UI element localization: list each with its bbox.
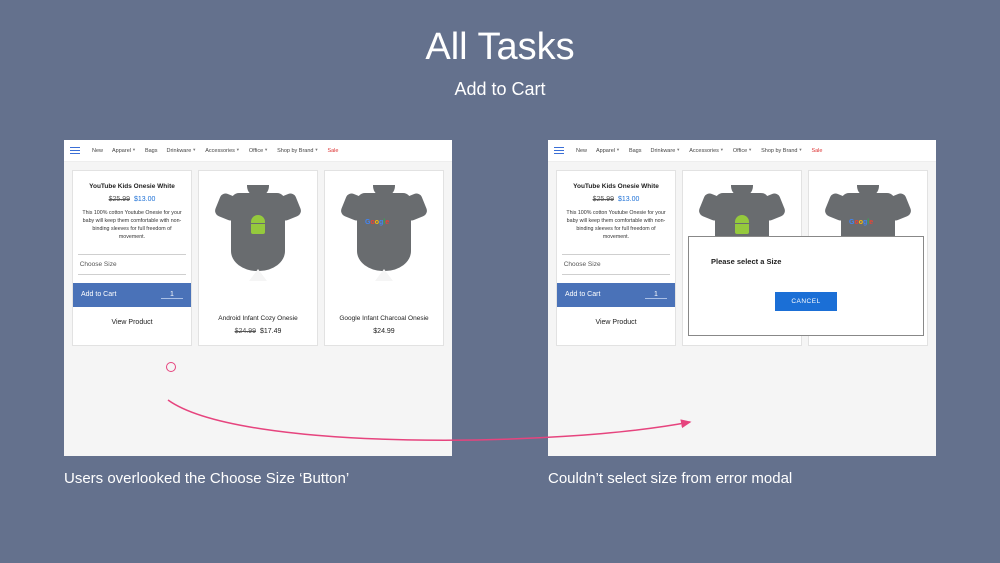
left-screenshot: New Apparel▼ Bags Drinkware▼ Accessories… [64, 140, 452, 456]
product-price: $24.99 [373, 328, 394, 335]
left-panel: New Apparel▼ Bags Drinkware▼ Accessories… [64, 140, 452, 487]
product-title: YouTube Kids Onesie White [569, 179, 663, 196]
qty-input[interactable]: 1 [645, 291, 667, 299]
nav-apparel[interactable]: Apparel▼ [596, 148, 620, 154]
add-to-cart-label: Add to Cart [81, 291, 116, 298]
product-name: Google Infant Charcoal Onesie [335, 315, 432, 322]
error-modal: Please select a Size CANCEL [688, 236, 924, 336]
view-product-button[interactable]: View Product [595, 307, 636, 338]
nav-accessories[interactable]: Accessories▼ [689, 148, 724, 154]
right-screenshot: New Apparel▼ Bags Drinkware▼ Accessories… [548, 140, 936, 456]
top-nav: New Apparel▼ Bags Drinkware▼ Accessories… [548, 140, 936, 162]
nav-bags[interactable]: Bags [145, 148, 158, 154]
nav-office[interactable]: Office▼ [249, 148, 268, 154]
slide-subtitle: Add to Cart [0, 79, 1000, 100]
product-name: Android Infant Cozy Onesie [214, 315, 302, 322]
product-card-youtube: YouTube Kids Onesie White $25.99$13.00 T… [72, 170, 192, 346]
qty-input[interactable]: 1 [161, 291, 183, 299]
nav-accessories[interactable]: Accessories▼ [205, 148, 240, 154]
add-to-cart-button[interactable]: Add to Cart 1 [73, 283, 191, 307]
hamburger-icon[interactable] [554, 147, 564, 155]
nav-new[interactable]: New [92, 148, 103, 154]
nav-shopbybrand[interactable]: Shop by Brand▼ [761, 148, 802, 154]
annotation-hotspot-icon [166, 362, 176, 372]
onesie-image-google: Google [343, 185, 425, 285]
nav-sale[interactable]: Sale [811, 148, 822, 154]
nav-sale[interactable]: Sale [327, 148, 338, 154]
product-card-youtube: YouTube Kids Onesie White $25.99$13.00 T… [556, 170, 676, 346]
nav-apparel[interactable]: Apparel▼ [112, 148, 136, 154]
left-caption: Users overlooked the Choose Size ‘Button… [64, 470, 452, 487]
price-row: $25.99$13.00 [593, 196, 640, 203]
nav-new[interactable]: New [576, 148, 587, 154]
nav-shopbybrand[interactable]: Shop by Brand▼ [277, 148, 318, 154]
nav-drinkware[interactable]: Drinkware▼ [167, 148, 197, 154]
nav-bags[interactable]: Bags [629, 148, 642, 154]
price-row: $25.99$13.00 [109, 196, 156, 203]
product-price: $24.99$17.49 [235, 328, 282, 335]
view-product-button[interactable]: View Product [111, 307, 152, 338]
add-to-cart-button[interactable]: Add to Cart 1 [557, 283, 675, 307]
slide-title: All Tasks [0, 0, 1000, 69]
right-caption: Couldn’t select size from error modal [548, 470, 936, 487]
product-description: This 100% cotton Youtube Onesie for your… [557, 203, 675, 250]
hamburger-icon[interactable] [70, 147, 80, 155]
modal-message: Please select a Size [711, 257, 781, 266]
product-title: YouTube Kids Onesie White [85, 179, 179, 196]
product-card-android[interactable]: Android Infant Cozy Onesie $24.99$17.49 [198, 170, 318, 346]
choose-size-button[interactable]: Choose Size [562, 254, 671, 275]
product-card-google[interactable]: Google Google Infant Charcoal Onesie $24… [324, 170, 444, 346]
right-panel: New Apparel▼ Bags Drinkware▼ Accessories… [548, 140, 936, 487]
nav-office[interactable]: Office▼ [733, 148, 752, 154]
choose-size-button[interactable]: Choose Size [78, 254, 187, 275]
nav-drinkware[interactable]: Drinkware▼ [651, 148, 681, 154]
add-to-cart-label: Add to Cart [565, 291, 600, 298]
top-nav: New Apparel▼ Bags Drinkware▼ Accessories… [64, 140, 452, 162]
product-description: This 100% cotton Youtube Onesie for your… [73, 203, 191, 250]
onesie-image-android [217, 185, 299, 285]
cancel-button[interactable]: CANCEL [775, 292, 836, 311]
